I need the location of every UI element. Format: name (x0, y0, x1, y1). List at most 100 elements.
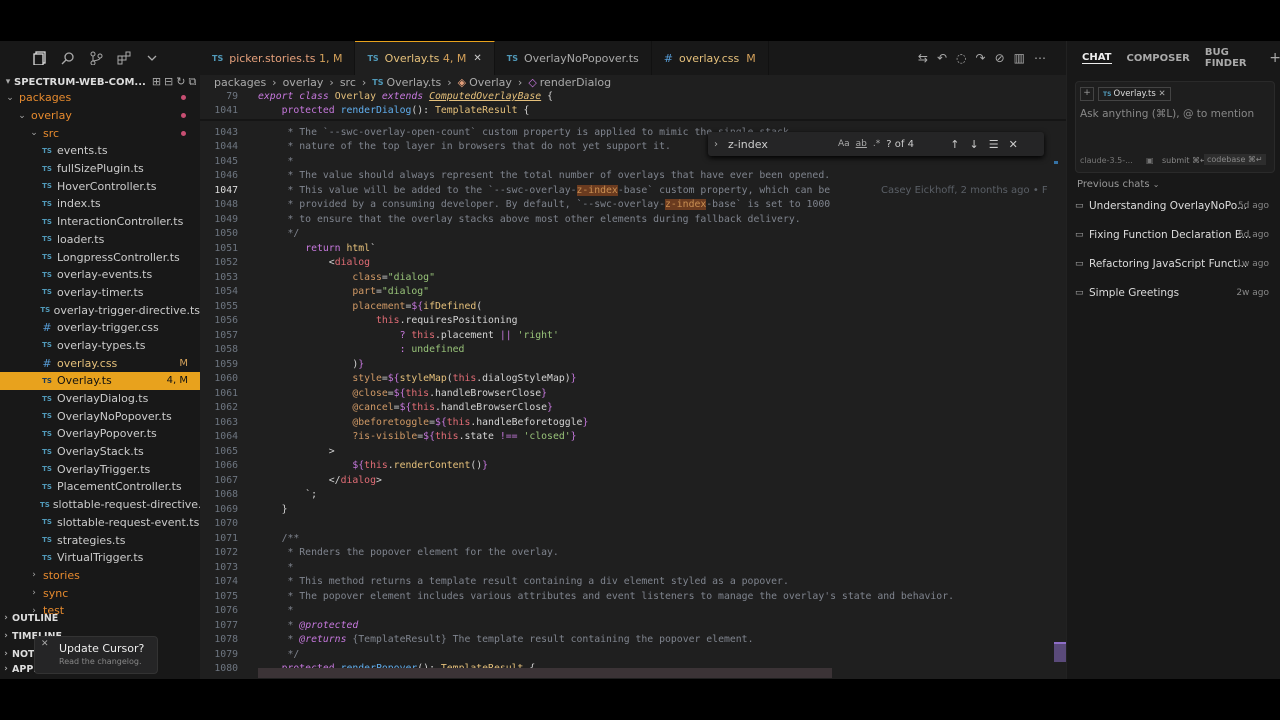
more-icon[interactable]: ⋯ (1034, 51, 1046, 65)
regex-toggle[interactable]: .* (873, 139, 880, 149)
arrow-up-icon[interactable]: ↑ (950, 138, 959, 151)
ts-file-icon: TS (42, 199, 52, 208)
ts-file-icon: TS (42, 394, 52, 403)
line-number: 1047 (214, 184, 238, 196)
file-item[interactable]: TS overlay-timer.ts (0, 284, 200, 302)
file-item[interactable]: # overlay.css M (0, 354, 200, 372)
file-item[interactable]: TS Overlay.ts 4, M (0, 372, 200, 390)
extensions-icon[interactable] (110, 44, 138, 72)
chat-history-item[interactable]: ▭ Understanding OverlayNoPo... 5d ago (1075, 195, 1275, 217)
file-item[interactable]: TS slottable-request-directive.ts (0, 496, 200, 514)
tab-picker-stories[interactable]: TS picker.stories.ts 1, M (200, 41, 356, 75)
file-item[interactable]: TS InteractionController.ts (0, 213, 200, 231)
previous-chats-label[interactable]: Previous chats ⌄ (1077, 179, 1159, 190)
tree-item-label: OverlayNoPopover.ts (57, 409, 172, 423)
file-item[interactable]: TS events.ts (0, 142, 200, 160)
horizontal-scrollbar[interactable] (258, 668, 832, 678)
refresh-icon[interactable]: ↻ (176, 75, 188, 88)
tab-composer[interactable]: COMPOSER (1127, 53, 1190, 64)
code-editor[interactable]: 79 export class Overlay extends Computed… (200, 89, 1066, 679)
run-icon[interactable]: ⊘ (995, 51, 1005, 65)
chat-input-box: + TS Overlay.ts ✕ Ask anything (⌘L), @ t… (1075, 81, 1275, 173)
folder-item[interactable]: ⌄ packages (0, 89, 200, 107)
file-item[interactable]: TS PlacementController.ts (0, 478, 200, 496)
file-item[interactable]: TS overlay-trigger-directive.ts (0, 301, 200, 319)
file-item[interactable]: TS strategies.ts (0, 531, 200, 549)
update-notification[interactable]: ✕ Update Cursor? Read the changelog. (34, 636, 158, 674)
match-case-toggle[interactable]: Aa (838, 139, 850, 149)
folder-item[interactable]: ⌄ src (0, 124, 200, 142)
tree-item-label: OverlayStack.ts (57, 445, 144, 459)
codebase-button[interactable]: codebase ⌘↵ (1204, 154, 1266, 165)
chat-history-item[interactable]: ▭ Refactoring JavaScript Funct... 1w ago (1075, 253, 1275, 275)
breadcrumb-overlay[interactable]: overlay (283, 76, 324, 89)
go-forward-icon[interactable]: ↷ (976, 51, 986, 65)
line-number: 1043 (214, 126, 238, 138)
image-icon[interactable]: ▣ (1146, 156, 1154, 165)
close-icon[interactable]: ✕ (1009, 138, 1018, 151)
breadcrumb-src[interactable]: src (340, 76, 356, 89)
new-file-icon[interactable]: ⊞ (152, 75, 164, 88)
source-control-icon[interactable] (82, 44, 110, 72)
file-item[interactable]: TS overlay-events.ts (0, 266, 200, 284)
file-item[interactable]: TS slottable-request-event.ts (0, 514, 200, 532)
arrow-down-icon[interactable]: ↓ (970, 138, 979, 151)
scroll-thumb[interactable] (1054, 642, 1066, 662)
file-item[interactable]: # overlay-trigger.css (0, 319, 200, 337)
tab-chat[interactable]: CHAT (1082, 52, 1112, 64)
chevron-right-icon[interactable]: › (714, 139, 718, 150)
tab-overlay-css[interactable]: # overlay.css M (652, 41, 769, 75)
file-item[interactable]: TS LongpressController.ts (0, 248, 200, 266)
folder-item[interactable]: › sync (0, 584, 200, 602)
collapse-icon[interactable]: ⧉ (188, 75, 199, 88)
context-chip[interactable]: TS Overlay.ts ✕ (1098, 87, 1171, 101)
outline-section[interactable]: › OUTLINE (0, 609, 200, 627)
chat-input[interactable]: Ask anything (⌘L), @ to mention (1080, 108, 1254, 120)
file-item[interactable]: TS OverlayStack.ts (0, 443, 200, 461)
file-item[interactable]: TS HoverController.ts (0, 177, 200, 195)
folder-item[interactable]: ⌄ overlay (0, 107, 200, 125)
search-icon[interactable] (54, 44, 82, 72)
go-back-icon[interactable]: ↶ (937, 51, 947, 65)
file-item[interactable]: TS overlay-types.ts (0, 337, 200, 355)
circle-icon[interactable]: ◌ (956, 51, 966, 65)
breadcrumb-file[interactable]: Overlay.ts (387, 76, 442, 89)
explorer-header[interactable]: ▾ SPECTRUM-WEB-COM... ⊞⊟↻⧉ (0, 75, 200, 89)
find-in-selection-icon[interactable]: ☰ (989, 138, 999, 151)
breadcrumb-class[interactable]: Overlay (469, 76, 512, 89)
file-item[interactable]: TS index.ts (0, 195, 200, 213)
chat-history-item[interactable]: ▭ Fixing Function Declaration E... 5d ago (1075, 224, 1275, 246)
file-item[interactable]: TS OverlayPopover.ts (0, 425, 200, 443)
file-item[interactable]: TS fullSizePlugin.ts (0, 160, 200, 178)
editor-window: ▾ SPECTRUM-WEB-COM... ⊞⊟↻⧉ ⌄ packages ⌄ ove… (0, 41, 1280, 679)
add-context-icon[interactable]: + (1080, 87, 1094, 101)
plus-icon[interactable]: + (1269, 50, 1280, 66)
new-folder-icon[interactable]: ⊟ (164, 75, 176, 88)
tab-overlay-ts[interactable]: TS Overlay.ts 4, M ✕ (355, 41, 495, 75)
ts-file-icon: TS (42, 465, 52, 474)
file-item[interactable]: TS OverlayTrigger.ts (0, 460, 200, 478)
whole-word-toggle[interactable]: ab (856, 139, 867, 149)
close-icon[interactable]: ✕ (1159, 89, 1166, 99)
file-item[interactable]: TS OverlayNoPopover.ts (0, 407, 200, 425)
tree-item-label: overlay.css (57, 356, 118, 370)
file-item[interactable]: TS OverlayDialog.ts (0, 390, 200, 408)
breadcrumb-packages[interactable]: packages (214, 76, 266, 89)
files-icon[interactable] (26, 44, 54, 72)
split-editor-icon[interactable]: ▥ (1014, 51, 1025, 65)
folder-item[interactable]: › stories (0, 567, 200, 585)
chevron-down-icon[interactable] (138, 44, 166, 72)
compare-icon[interactable]: ⇆ (918, 51, 928, 65)
find-input[interactable]: z-index (728, 138, 838, 151)
breadcrumb-method[interactable]: renderDialog (540, 76, 611, 89)
tab-bug-finder[interactable]: BUG FINDER (1205, 47, 1255, 69)
model-selector[interactable]: claude-3.5-... (1080, 156, 1133, 165)
submit-button[interactable]: submit ⌘↵ (1162, 156, 1207, 165)
close-icon[interactable]: ✕ (41, 639, 49, 649)
file-item[interactable]: TS loader.ts (0, 231, 200, 249)
chat-history-item[interactable]: ▭ Simple Greetings 2w ago (1075, 282, 1275, 304)
close-tab-icon[interactable]: ✕ (473, 53, 481, 64)
file-item[interactable]: TS VirtualTrigger.ts (0, 549, 200, 567)
tab-overlay-nopopover[interactable]: TS OverlayNoPopover.ts (495, 41, 652, 75)
ts-file-icon: TS (42, 482, 52, 491)
